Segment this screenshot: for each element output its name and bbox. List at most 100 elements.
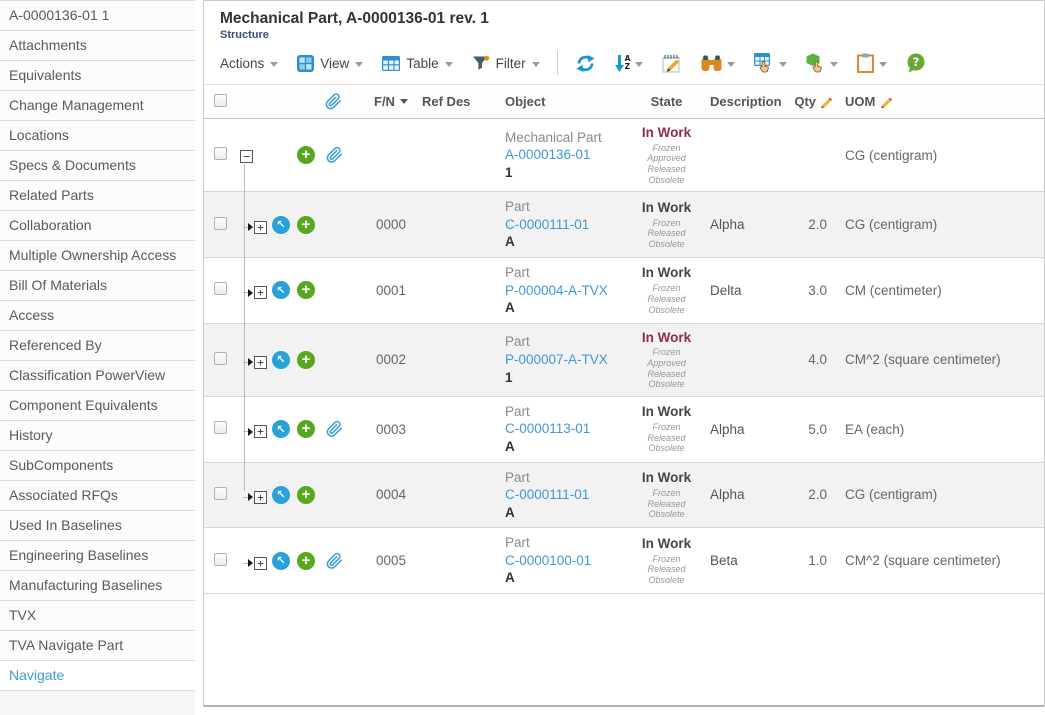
help-button[interactable]: ? bbox=[906, 53, 926, 73]
row-checkbox[interactable] bbox=[214, 553, 227, 566]
attachment-icon[interactable] bbox=[326, 147, 343, 164]
sidebar-item[interactable]: History bbox=[0, 421, 195, 451]
sidebar-item[interactable]: A-0000136-01 1 bbox=[0, 1, 195, 31]
clipboard-button[interactable] bbox=[857, 53, 887, 73]
state-value: In Work bbox=[629, 404, 704, 421]
sidebar-item[interactable]: Navigate bbox=[0, 661, 195, 691]
sidebar-item[interactable]: Referenced By bbox=[0, 331, 195, 361]
navigate-part-icon[interactable]: ↖ bbox=[272, 486, 290, 504]
navigate-part-icon[interactable]: ↖ bbox=[272, 216, 290, 234]
sidebar-item[interactable]: Classification PowerView bbox=[0, 361, 195, 391]
expand-toggle-icon[interactable]: + bbox=[243, 286, 267, 299]
row-checkbox[interactable] bbox=[214, 421, 227, 434]
navigate-part-icon[interactable]: ↖ bbox=[272, 552, 290, 570]
state-substates: FrozenApprovedReleasedObsolete bbox=[629, 143, 704, 185]
sidebar-item[interactable]: Locations bbox=[0, 121, 195, 151]
table-row: − + ↖ + 0000 Part C-0000111-01 A In Work… bbox=[204, 192, 1044, 258]
sidebar-item[interactable]: Attachments bbox=[0, 31, 195, 61]
add-component-icon[interactable]: + bbox=[297, 216, 315, 234]
refresh-button[interactable] bbox=[575, 55, 596, 72]
expand-toggle-icon[interactable]: + bbox=[243, 491, 267, 504]
sidebar-item[interactable]: Multiple Ownership Access bbox=[0, 241, 195, 271]
object-number-link[interactable]: A-0000136-01 bbox=[505, 147, 591, 162]
sort-az-icon: AZ bbox=[615, 55, 631, 72]
sidebar-item[interactable]: TVA Navigate Part bbox=[0, 631, 195, 661]
sidebar-item[interactable]: Bill Of Materials bbox=[0, 271, 195, 301]
table-row: − + ↖ + 0005 Part C-0000100-01 A In Work… bbox=[204, 528, 1044, 594]
object-number-link[interactable]: C-0000113-01 bbox=[505, 421, 590, 436]
state-substates: FrozenReleasedObsolete bbox=[629, 422, 704, 454]
view-menu-button[interactable]: View bbox=[297, 55, 363, 72]
uom-value: CG (centigram) bbox=[839, 481, 1044, 508]
sidebar-list: A-0000136-01 1AttachmentsEquivalentsChan… bbox=[0, 0, 195, 691]
table-body: − + ↖ + Mechanical Part A-0000136-01 1 I… bbox=[204, 119, 1044, 705]
table-menu-button[interactable]: Table bbox=[382, 56, 452, 71]
sidebar-item[interactable]: TVX bbox=[0, 601, 195, 631]
expand-toggle-icon[interactable]: + bbox=[243, 425, 267, 438]
add-component-icon[interactable]: + bbox=[297, 486, 315, 504]
attachment-icon[interactable] bbox=[326, 421, 343, 438]
fn-value bbox=[364, 149, 422, 161]
select-all-checkbox[interactable] bbox=[214, 94, 227, 107]
object-number-link[interactable]: C-0000100-01 bbox=[505, 553, 591, 568]
page-title: Mechanical Part, A-0000136-01 rev. 1 bbox=[220, 10, 1028, 28]
qty-value: 5.0 bbox=[794, 416, 839, 443]
find-button[interactable] bbox=[701, 55, 735, 72]
navigate-part-icon[interactable]: ↖ bbox=[272, 351, 290, 369]
filter-menu-button[interactable]: Filter bbox=[472, 55, 540, 71]
attachment-icon[interactable] bbox=[326, 552, 343, 569]
sidebar-item[interactable]: Related Parts bbox=[0, 181, 195, 211]
navigate-part-icon[interactable]: ↖ bbox=[272, 281, 290, 299]
add-component-icon[interactable]: + bbox=[297, 420, 315, 438]
navigate-part-icon[interactable]: ↖ bbox=[272, 420, 290, 438]
description-value: Delta bbox=[704, 277, 794, 304]
object-number-link[interactable]: C-0000111-01 bbox=[505, 487, 589, 502]
expand-toggle-icon[interactable]: + bbox=[243, 356, 267, 369]
row-checkbox[interactable] bbox=[214, 487, 227, 500]
qty-value: 3.0 bbox=[794, 277, 839, 304]
apply-select-button[interactable] bbox=[806, 53, 838, 73]
fn-value: 0003 bbox=[364, 416, 422, 443]
table-select-button[interactable] bbox=[754, 53, 787, 73]
sidebar-item[interactable]: SubComponents bbox=[0, 451, 195, 481]
sidebar-item[interactable]: Change Management bbox=[0, 91, 195, 121]
sidebar-item[interactable]: Used In Baselines bbox=[0, 511, 195, 541]
row-checkbox[interactable] bbox=[214, 352, 227, 365]
row-checkbox[interactable] bbox=[214, 147, 227, 160]
state-value: In Work bbox=[629, 200, 704, 217]
expand-toggle-icon[interactable]: + bbox=[243, 221, 267, 234]
table-row: − + ↖ + 0001 Part P-000004-A-TVX A In Wo… bbox=[204, 258, 1044, 324]
object-number-link[interactable]: C-0000111-01 bbox=[505, 217, 589, 232]
add-component-icon[interactable]: + bbox=[297, 552, 315, 570]
sidebar-item[interactable]: Access bbox=[0, 301, 195, 331]
add-component-icon[interactable]: + bbox=[297, 351, 315, 369]
edit-pencil-icon[interactable] bbox=[880, 96, 893, 108]
refdes-value bbox=[422, 423, 499, 435]
collapse-toggle-icon[interactable]: − bbox=[240, 150, 253, 163]
add-component-icon[interactable]: + bbox=[297, 281, 315, 299]
sidebar-item[interactable]: Specs & Documents bbox=[0, 151, 195, 181]
row-checkbox[interactable] bbox=[214, 217, 227, 230]
description-value bbox=[704, 354, 794, 366]
sidebar-item[interactable]: Collaboration bbox=[0, 211, 195, 241]
state-value: In Work bbox=[629, 265, 704, 282]
sidebar-item[interactable]: Component Equivalents bbox=[0, 391, 195, 421]
sidebar-item[interactable]: Associated RFQs bbox=[0, 481, 195, 511]
row-checkbox[interactable] bbox=[214, 282, 227, 295]
fn-column-header[interactable]: F/N bbox=[364, 94, 422, 109]
add-component-icon[interactable]: + bbox=[297, 146, 315, 164]
qty-value: 2.0 bbox=[794, 211, 839, 238]
state-substates: FrozenReleasedObsolete bbox=[629, 283, 704, 315]
edit-button[interactable] bbox=[662, 54, 682, 73]
actions-menu-button[interactable]: Actions bbox=[220, 56, 278, 71]
expand-toggle-icon[interactable]: + bbox=[243, 557, 267, 570]
sidebar-item[interactable]: Engineering Baselines bbox=[0, 541, 195, 571]
edit-pencil-icon[interactable] bbox=[820, 96, 833, 108]
object-number-link[interactable]: P-000004-A-TVX bbox=[505, 283, 608, 298]
object-type: Part bbox=[505, 333, 629, 351]
sidebar-item[interactable]: Equivalents bbox=[0, 61, 195, 91]
sort-button[interactable]: AZ bbox=[615, 55, 644, 72]
sidebar-item[interactable]: Manufacturing Baselines bbox=[0, 571, 195, 601]
object-number-link[interactable]: P-000007-A-TVX bbox=[505, 352, 608, 367]
state-value: In Work bbox=[629, 125, 704, 142]
